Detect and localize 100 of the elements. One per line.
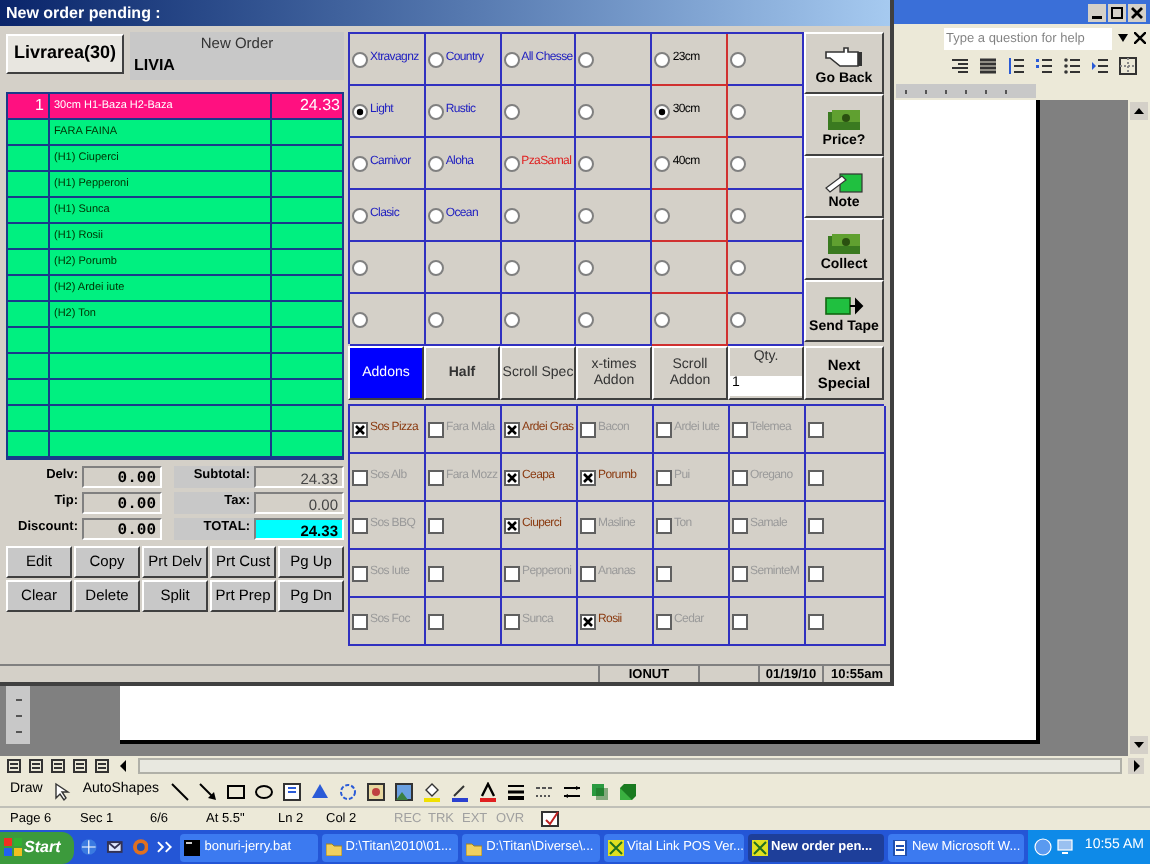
checkbox[interactable] xyxy=(732,613,748,629)
checkbox[interactable] xyxy=(352,421,368,437)
radio-button[interactable] xyxy=(730,103,747,119)
checkbox[interactable] xyxy=(504,517,520,533)
radio-button[interactable] xyxy=(503,103,520,119)
checkbox[interactable] xyxy=(352,613,368,629)
numbered-list-icon[interactable] xyxy=(1034,56,1054,76)
fill-color-icon[interactable] xyxy=(421,781,441,801)
start-button[interactable]: Start xyxy=(0,831,75,863)
print-view-icon[interactable] xyxy=(50,758,66,774)
radio-button[interactable] xyxy=(352,311,368,327)
radio-button[interactable] xyxy=(730,259,747,275)
monitor-icon[interactable] xyxy=(1056,838,1075,856)
checkbox[interactable] xyxy=(580,565,596,581)
radio-button[interactable] xyxy=(427,51,444,67)
radio-button[interactable] xyxy=(503,259,520,275)
radio-button[interactable] xyxy=(730,311,747,327)
dropdown-caret-icon[interactable] xyxy=(1118,34,1128,42)
3d-icon[interactable] xyxy=(617,781,637,801)
order-type-button[interactable]: Livrarea(30) xyxy=(6,34,124,74)
cursor-icon[interactable] xyxy=(52,781,73,801)
checkbox[interactable] xyxy=(656,517,672,533)
checkbox[interactable] xyxy=(732,565,748,581)
radio-button[interactable] xyxy=(654,51,671,67)
checkbox[interactable] xyxy=(808,613,824,629)
radio-button[interactable] xyxy=(427,311,444,327)
diagram-icon[interactable] xyxy=(337,781,357,801)
checkbox[interactable] xyxy=(428,421,444,437)
radio-button[interactable] xyxy=(654,259,671,275)
border-icon[interactable] xyxy=(1118,56,1138,76)
radio-button[interactable] xyxy=(427,103,444,119)
radio-button[interactable] xyxy=(352,155,368,171)
checkbox[interactable] xyxy=(428,565,444,581)
radio-button[interactable] xyxy=(427,207,444,223)
radio-button[interactable] xyxy=(578,207,595,223)
checkbox[interactable] xyxy=(808,421,824,437)
network-icon[interactable] xyxy=(1034,838,1053,856)
radio-button[interactable] xyxy=(654,207,671,223)
radio-button[interactable] xyxy=(654,155,671,171)
checkbox[interactable] xyxy=(580,421,596,437)
checkbox[interactable] xyxy=(732,517,748,533)
rectangle-icon[interactable] xyxy=(225,781,245,801)
browser-globe-icon[interactable] xyxy=(80,838,98,856)
font-color-icon[interactable] xyxy=(477,781,497,801)
checkbox[interactable] xyxy=(504,613,520,629)
checkbox[interactable] xyxy=(504,469,520,485)
checkbox[interactable] xyxy=(808,469,824,485)
radio-button[interactable] xyxy=(503,311,520,327)
line-style-icon[interactable] xyxy=(505,781,525,801)
oval-icon[interactable] xyxy=(253,781,273,801)
web-view-icon[interactable] xyxy=(28,758,44,774)
vertical-scrollbar[interactable] xyxy=(1128,100,1150,756)
radio-button[interactable] xyxy=(503,51,520,67)
radio-button[interactable] xyxy=(427,259,444,275)
radio-button[interactable] xyxy=(503,207,520,223)
radio-button[interactable] xyxy=(352,259,368,275)
line-spacing-icon[interactable] xyxy=(1006,56,1026,76)
scroll-up-icon[interactable] xyxy=(1130,102,1148,120)
checkbox[interactable] xyxy=(580,613,596,629)
minimize-icon[interactable] xyxy=(1088,3,1106,21)
shadow-icon[interactable] xyxy=(589,781,609,801)
radio-button[interactable] xyxy=(578,259,595,275)
checkbox[interactable] xyxy=(656,613,672,629)
close-icon[interactable] xyxy=(1128,3,1146,21)
shape-icon[interactable] xyxy=(309,781,329,801)
radio-button[interactable] xyxy=(503,155,520,171)
checkbox[interactable] xyxy=(580,517,596,533)
close-icon[interactable] xyxy=(1134,32,1146,44)
dash-style-icon[interactable] xyxy=(533,781,553,801)
radio-button[interactable] xyxy=(578,155,595,171)
text-box-icon[interactable] xyxy=(281,781,301,801)
normal-view-icon[interactable] xyxy=(6,758,22,774)
arrow-style-icon[interactable] xyxy=(561,781,581,801)
chevron-icon[interactable] xyxy=(156,838,175,856)
reading-view-icon[interactable] xyxy=(94,758,110,774)
checkbox[interactable] xyxy=(428,613,444,629)
scroll-right-icon[interactable] xyxy=(1128,758,1144,774)
checkbox[interactable] xyxy=(808,565,824,581)
radio-button[interactable] xyxy=(352,51,368,67)
radio-button[interactable] xyxy=(352,103,368,119)
radio-button[interactable] xyxy=(352,207,368,223)
checkbox[interactable] xyxy=(428,469,444,485)
radio-button[interactable] xyxy=(578,103,595,119)
line-icon[interactable] xyxy=(169,781,189,801)
radio-button[interactable] xyxy=(578,51,595,67)
line-color-icon[interactable] xyxy=(449,781,469,801)
radio-button[interactable] xyxy=(730,207,747,223)
bullet-list-icon[interactable] xyxy=(1062,56,1082,76)
checkbox[interactable] xyxy=(352,565,368,581)
checkbox[interactable] xyxy=(352,517,368,533)
checkbox[interactable] xyxy=(428,517,444,533)
checkbox[interactable] xyxy=(580,469,596,485)
maximize-icon[interactable] xyxy=(1108,3,1126,21)
outline-view-icon[interactable] xyxy=(72,758,88,774)
scroll-down-icon[interactable] xyxy=(1130,736,1148,754)
checkbox[interactable] xyxy=(656,469,672,485)
clip-art-icon[interactable] xyxy=(365,781,385,801)
justify-icon[interactable] xyxy=(978,56,998,76)
checkbox[interactable] xyxy=(656,565,672,581)
radio-button[interactable] xyxy=(654,311,671,327)
